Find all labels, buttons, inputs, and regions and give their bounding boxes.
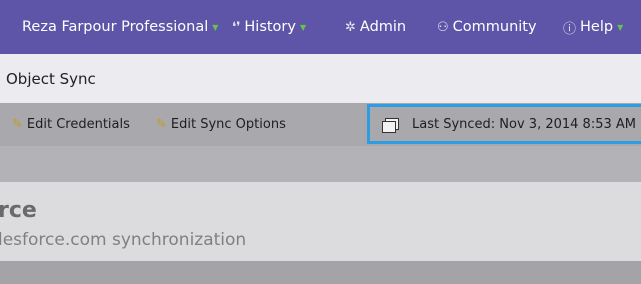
history-label: History	[244, 19, 296, 35]
panel-description: lesforce.com synchronization	[0, 230, 247, 250]
bottom-band	[0, 261, 641, 284]
caret-down-icon: ▼	[212, 22, 219, 32]
page-title: Object Sync	[6, 69, 96, 88]
community-label: Community	[452, 19, 537, 35]
footprints-icon: ❛❜	[232, 19, 241, 35]
panel-heading: rce	[0, 198, 37, 223]
admin-menu[interactable]: ✲ Admin	[345, 0, 406, 54]
last-synced-label: Last Synced: Nov 3, 2014 8:53 AM PST	[412, 116, 641, 132]
content-panel: rce lesforce.com synchronization	[0, 182, 641, 261]
help-label: Help	[580, 19, 614, 35]
edit-credentials-button[interactable]: ✎ Edit Credentials	[12, 103, 130, 146]
page-header: Object Sync	[0, 54, 641, 103]
admin-label: Admin	[359, 19, 407, 35]
pencil-gear-icon: ✎	[156, 117, 167, 132]
account-menu[interactable]: Reza Farpour Professional ▼	[22, 0, 218, 54]
edit-sync-options-label: Edit Sync Options	[170, 117, 286, 132]
top-navigation: Reza Farpour Professional ▼ ❛❜ History ▼…	[0, 0, 641, 54]
caret-down-icon: ▼	[299, 22, 307, 32]
edit-sync-options-button[interactable]: ✎ Edit Sync Options	[156, 103, 286, 146]
pencil-key-icon: ✎	[12, 117, 23, 132]
community-menu[interactable]: ⚇ Community	[437, 0, 537, 54]
copy-icon	[382, 117, 399, 133]
account-label: Reza Farpour Professional	[22, 19, 209, 35]
history-menu[interactable]: ❛❜ History ▼	[232, 0, 306, 54]
question-icon: ⓘ	[563, 21, 577, 37]
edit-credentials-label: Edit Credentials	[26, 117, 130, 132]
last-synced-status: Last Synced: Nov 3, 2014 8:53 AM PST	[367, 104, 641, 144]
section-band	[0, 146, 641, 182]
caret-down-icon: ▼	[617, 22, 624, 32]
people-icon: ⚇	[437, 19, 449, 35]
gear-icon: ✲	[345, 19, 356, 35]
help-menu[interactable]: ⓘ Help ▼	[563, 0, 623, 54]
